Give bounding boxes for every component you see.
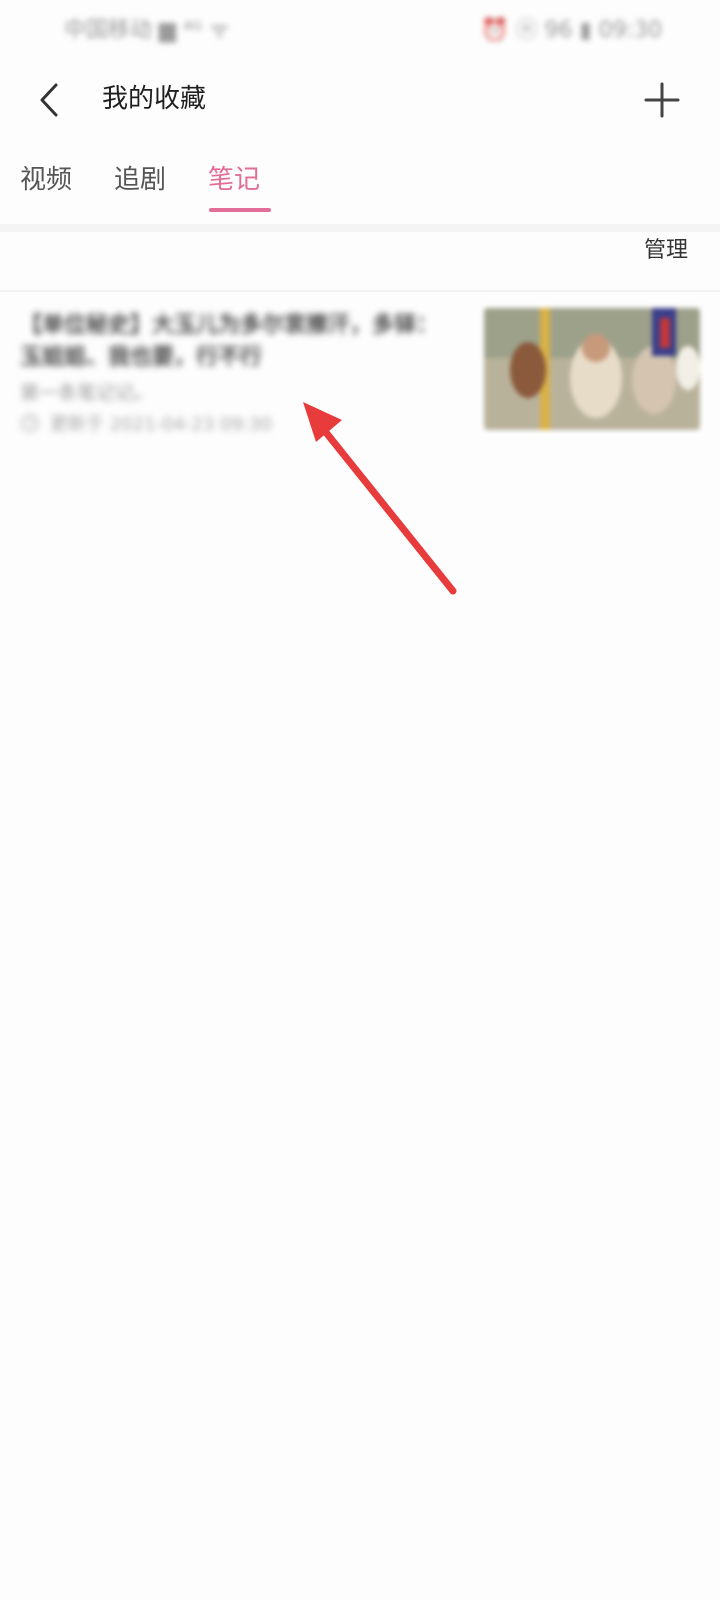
active-tab-indicator [209, 208, 271, 212]
tab-notes[interactable]: 笔记 [208, 162, 260, 198]
note-thumbnail [484, 308, 700, 430]
note-meta: 更新于 2021-04-23 09:30 [20, 410, 440, 436]
tab-video[interactable]: 视频 [20, 162, 72, 198]
clock-icon [20, 413, 40, 433]
manage-button[interactable]: 管理 [644, 236, 688, 266]
status-left: 中国移动 ▆ ⁴ᴳ ᯤ [64, 18, 230, 43]
plus-icon[interactable] [642, 80, 682, 120]
page-title: 我的收藏 [102, 84, 207, 114]
list-item[interactable]: 【单位秘史】大玉儿为多尔衮擦汗，多铎：玉姐姐、我也要，行不行 第一条笔记记。 更… [0, 296, 720, 446]
list-divider [0, 290, 720, 292]
note-updated-time: 更新于 2021-04-23 09:30 [50, 414, 272, 435]
chevron-left-icon[interactable] [34, 82, 66, 118]
status-bar: 中国移动 ▆ ⁴ᴳ ᯤ ⏰ ⓝ 96 ▮ 09:30 [0, 0, 720, 56]
section-divider [0, 224, 720, 232]
tab-bar: 视频 追剧 笔记 [0, 158, 720, 218]
header: 我的收藏 [0, 68, 720, 132]
note-title: 【单位秘史】大玉儿为多尔衮擦汗，多铎：玉姐姐、我也要，行不行 [20, 313, 439, 370]
note-summary: 第一条笔记记。 [20, 382, 154, 404]
status-right: ⏰ ⓝ 96 ▮ 09:30 [481, 18, 662, 43]
tab-series[interactable]: 追剧 [114, 162, 166, 198]
red-arrow-annotation [303, 402, 457, 595]
note-text-block: 【单位秘史】大玉儿为多尔衮擦汗，多铎：玉姐姐、我也要，行不行 第一条笔记记。 更… [20, 310, 440, 436]
